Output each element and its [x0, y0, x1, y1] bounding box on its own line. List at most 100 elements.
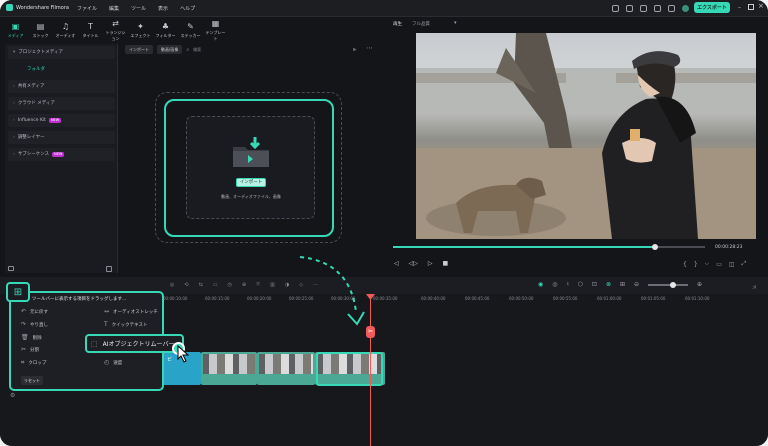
tool-icon[interactable]: ⤧: [256, 282, 260, 288]
subsequence-item[interactable]: › サブシーケンス NEW: [8, 148, 115, 161]
search-input[interactable]: 検索: [193, 47, 201, 53]
close-icon[interactable]: ×: [758, 2, 764, 10]
item-label: やり直し: [30, 322, 49, 328]
menu-tools[interactable]: ツール: [131, 5, 146, 12]
text-icon: T: [104, 321, 108, 328]
mark-out-icon[interactable]: }: [694, 261, 698, 268]
tab-label: タイトル: [82, 33, 99, 38]
zoom-in-icon[interactable]: ⊕: [697, 281, 702, 288]
zoom-slider[interactable]: [648, 281, 689, 288]
tab-title[interactable]: T タイトル: [80, 23, 101, 39]
shared-media-item[interactable]: › 共有メディア: [8, 80, 115, 93]
influence-kit-item[interactable]: › Influence Kit NEW: [8, 114, 115, 127]
tab-filter[interactable]: ♣ フィルター: [155, 23, 176, 39]
tab-media[interactable]: ▣ メディア: [5, 23, 26, 39]
redo-item[interactable]: ↷ やり直し: [21, 321, 48, 328]
audio-stretch-item[interactable]: ↔ オーディオストレッチ: [104, 308, 158, 315]
menu-file[interactable]: ファイル: [77, 5, 97, 12]
tab-audio[interactable]: ♫ オーディオ: [55, 23, 76, 39]
crop-item[interactable]: ⌗ クロップ: [21, 359, 46, 367]
gift-icon[interactable]: [640, 5, 647, 12]
fullscreen-icon[interactable]: ⤢: [742, 260, 747, 268]
undo-item[interactable]: ↶ 元に戻す: [21, 308, 48, 315]
quick-text-item[interactable]: T クイックテキスト: [104, 321, 148, 328]
cloud-icon[interactable]: [626, 5, 633, 12]
zoom-slider-knob[interactable]: [670, 281, 677, 288]
chevron-down-icon: ▾: [454, 20, 457, 26]
minimize-icon[interactable]: –: [738, 4, 741, 11]
project-media-item[interactable]: ▾ プロジェクトメディア: [8, 46, 115, 59]
volume-icon[interactable]: ◫: [729, 261, 735, 268]
tool-icon[interactable]: ▭: [213, 282, 218, 288]
snapshot-icon[interactable]: ▭: [716, 261, 722, 268]
split-icon[interactable]: ⊞: [620, 281, 625, 288]
transition-icon: ⇄: [112, 19, 119, 28]
tool-icon[interactable]: ⇆: [199, 282, 203, 288]
adjustment-layer-item[interactable]: › 調整レイヤー: [8, 131, 115, 144]
support-icon[interactable]: [654, 5, 661, 12]
step-back-icon[interactable]: ◁▷: [409, 260, 418, 267]
mark-in-icon[interactable]: {: [683, 261, 687, 268]
filter-dropdown[interactable]: 動画/画像: [157, 45, 183, 54]
zoom-out-icon[interactable]: ⊖: [634, 281, 639, 288]
ai-object-remover-item[interactable]: ⬚ AIオブジェクトリムーバー: [85, 334, 184, 353]
tool-icon[interactable]: ▥: [270, 282, 275, 288]
delete-item[interactable]: 🗑 削除: [21, 334, 42, 341]
download-icon[interactable]: [668, 5, 675, 12]
ruler-tick: 00:00:50:00: [509, 296, 534, 301]
title-icon: T: [88, 22, 93, 31]
stop-icon[interactable]: ■: [442, 260, 448, 267]
tool-icon[interactable]: ◎: [170, 282, 174, 288]
import-dropdown[interactable]: インポート: [125, 45, 153, 54]
new-folder-icon[interactable]: [8, 266, 14, 271]
filter-icon[interactable]: ⫸: [353, 46, 356, 54]
layout-icon[interactable]: [612, 5, 619, 12]
reset-button[interactable]: リセット: [21, 376, 43, 385]
ruler-tick: 00:01:10:00: [685, 296, 710, 301]
folder-item[interactable]: フォルダ: [27, 66, 45, 72]
shield-icon[interactable]: ⬡: [578, 281, 583, 288]
export-button[interactable]: エクスポート: [694, 2, 730, 13]
mic-icon[interactable]: ♮: [567, 281, 569, 288]
link-icon[interactable]: ⊗: [606, 281, 611, 288]
more-icon[interactable]: ⋯: [366, 44, 373, 52]
menu-edit[interactable]: 編集: [109, 5, 119, 12]
tab-template[interactable]: ▦ テンプレート: [205, 20, 226, 42]
tool-icon[interactable]: ⊕: [242, 282, 246, 288]
ruler-tick: 00:00:55:00: [553, 296, 578, 301]
timeline-ruler[interactable]: 00:00:10:00 00:00:15:00 00:00:20:00 00:0…: [163, 294, 753, 304]
customize-toolbar-button[interactable]: ⊞: [6, 282, 30, 302]
timeline-right-tools: ◉ ◎ ♮ ⬡ ⊡ ⊗ ⊞ ⊖ ⊕: [538, 281, 702, 288]
effect-icon: ✦: [137, 22, 144, 31]
previous-frame-icon[interactable]: ◁: [394, 260, 399, 267]
playhead-line[interactable]: [370, 294, 371, 446]
ai-icon[interactable]: ◉: [538, 281, 543, 288]
import-button[interactable]: インポート: [236, 178, 266, 187]
record-icon[interactable]: ◎: [552, 281, 557, 288]
tool-icon[interactable]: ⟲: [184, 282, 188, 288]
marker-icon[interactable]: ⌵: [705, 260, 710, 268]
tab-sticker[interactable]: ✎ ステッカー: [180, 23, 201, 39]
quality-dropdown[interactable]: フル品質: [412, 21, 430, 27]
collapse-icon[interactable]: [106, 266, 112, 272]
cloud-media-item[interactable]: › クラウド メディア: [8, 97, 115, 110]
split-item[interactable]: ✂ 分割: [21, 346, 39, 353]
play-icon[interactable]: ▷: [428, 260, 433, 267]
tab-effect[interactable]: ✦ エフェクト: [130, 23, 151, 39]
menu-view[interactable]: 表示: [158, 5, 168, 12]
selected-clip-outline[interactable]: [316, 352, 383, 386]
avatar[interactable]: [682, 5, 689, 12]
tool-icon[interactable]: ◷: [228, 282, 232, 288]
tab-stock[interactable]: ▤ ストック: [30, 23, 51, 39]
speed-item[interactable]: ◴ 速度: [104, 359, 122, 366]
video-clip[interactable]: [201, 352, 257, 385]
drop-zone[interactable]: [186, 116, 315, 219]
tool-icon[interactable]: ◑: [285, 282, 289, 288]
chevron-right-icon: ›: [13, 84, 15, 89]
snap-icon[interactable]: ⊡: [592, 281, 597, 288]
track-settings-icon[interactable]: ⚙: [10, 392, 15, 399]
maximize-icon[interactable]: [748, 4, 754, 10]
tab-transition[interactable]: ⇄ トランジション: [105, 20, 126, 42]
menu-help[interactable]: ヘルプ: [180, 5, 195, 12]
video-clip[interactable]: [257, 352, 315, 385]
